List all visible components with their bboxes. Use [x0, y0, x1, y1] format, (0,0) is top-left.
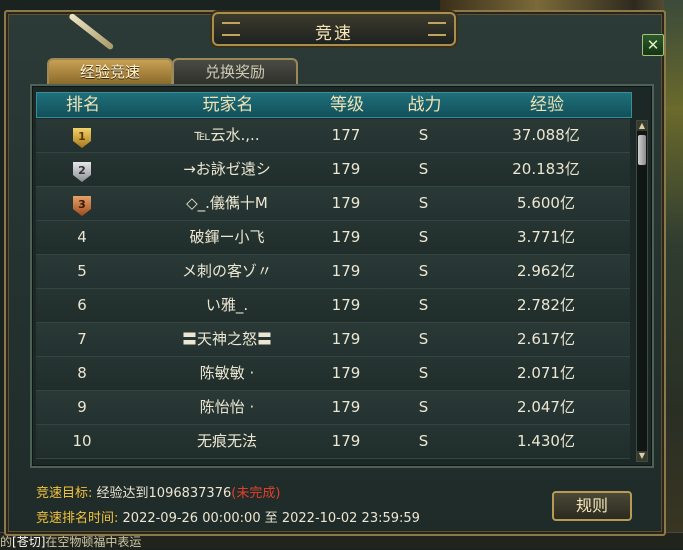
race-target-status: (未完成) [231, 486, 281, 501]
ranking-table: 排名 玩家名 等级 战力 经验 1 ℡云水.,.. 177 S 37.088亿 … [30, 84, 654, 468]
player-level: 179 [331, 296, 361, 314]
tab-exp-race[interactable]: 经验竞速 [47, 58, 173, 84]
player-level: 179 [331, 364, 361, 382]
table-header: 排名 玩家名 等级 战力 经验 [36, 92, 632, 118]
table-row[interactable]: 8 陈敏敏 · 179 S 2.071亿 [36, 357, 630, 391]
close-button[interactable]: ✕ [642, 34, 664, 56]
player-exp: 2.617亿 [517, 330, 575, 348]
player-name: →お詠ゼ遠シ [183, 160, 271, 178]
player-name: い雅_. [205, 296, 249, 314]
player-power: S [418, 364, 429, 382]
rank-number: 10 [72, 432, 92, 450]
table-row[interactable]: 6 い雅_. 179 S 2.782亿 [36, 289, 630, 323]
rank-number: 8 [77, 364, 87, 382]
scroll-thumb[interactable] [638, 135, 646, 165]
header-player-name: 玩家名 [202, 95, 254, 115]
player-power: S [418, 432, 429, 450]
player-exp: 37.088亿 [512, 126, 580, 144]
race-time-label: 竞速排名时间: [36, 511, 119, 526]
header-exp: 经验 [530, 95, 564, 115]
table-row[interactable]: 7 〓天神之怒〓 179 S 2.617亿 [36, 323, 630, 357]
header-rank: 排名 [66, 95, 100, 115]
player-level: 179 [331, 432, 361, 450]
player-power: S [418, 398, 429, 416]
player-level: 179 [331, 160, 361, 178]
game-background-right [664, 0, 683, 547]
race-time-value: 2022-09-26 00:00:00 至 2022-10-02 23:59:5… [122, 511, 420, 526]
rank-number: 9 [77, 398, 87, 416]
player-exp: 5.600亿 [517, 194, 575, 212]
silver-medal-icon: 2 [73, 162, 91, 182]
player-name: 破鍕ー小飞 [189, 228, 265, 246]
player-exp: 2.962亿 [517, 262, 575, 280]
player-power: S [418, 262, 429, 280]
race-target-value: 经验达到1096837376 [96, 486, 232, 501]
rank-number: 6 [77, 296, 87, 314]
table-row[interactable]: 1 ℡云水.,.. 177 S 37.088亿 [36, 119, 630, 153]
rank-cell: 3 [36, 187, 128, 220]
window-title: 竞速 [315, 24, 353, 44]
player-exp: 20.183亿 [512, 160, 580, 178]
player-level: 179 [331, 330, 361, 348]
player-name: 陈怡怡 · [199, 398, 255, 416]
table-row[interactable]: 10 无痕无法 179 S 1.430亿 [36, 425, 630, 459]
table-row[interactable]: 3 ◇_.儀㒞十M 179 S 5.600亿 [36, 187, 630, 221]
rank-number: 5 [77, 262, 87, 280]
race-target-label: 竞速目标: [36, 486, 93, 501]
player-level: 177 [331, 126, 361, 144]
player-exp: 2.071亿 [517, 364, 575, 382]
header-power: 战力 [407, 95, 442, 115]
table-row[interactable]: 4 破鍕ー小飞 179 S 3.771亿 [36, 221, 630, 255]
table-row[interactable]: 5 メ刺の客ゾ〃 179 S 2.962亿 [36, 255, 630, 289]
rank-number: 4 [77, 228, 87, 246]
table-scrollbar[interactable]: ▲ ▼ [636, 120, 648, 462]
player-name: 〓天神之怒〓 [181, 330, 272, 348]
player-name: メ刺の客ゾ〃 [181, 262, 272, 280]
player-name: 无痕无法 [196, 432, 257, 450]
player-name: ◇_.儀㒞十M [186, 194, 268, 212]
player-level: 179 [331, 262, 361, 280]
player-power: S [418, 330, 429, 348]
player-power: S [418, 126, 429, 144]
player-exp: 1.430亿 [517, 432, 575, 450]
player-power: S [418, 228, 429, 246]
race-target: 竞速目标: 经验达到1096837376(未完成) [36, 482, 280, 501]
player-power: S [418, 296, 429, 314]
rank-cell: 1 [36, 119, 128, 152]
tab-exchange-rewards[interactable]: 兑换奖励 [172, 58, 298, 84]
player-power: S [418, 160, 429, 178]
rank-cell: 2 [36, 153, 128, 186]
window-title-plate: 竞速 [212, 12, 456, 46]
player-exp: 3.771亿 [517, 228, 575, 246]
title-ornament-right [428, 22, 446, 36]
player-name: ℡云水.,.. [194, 126, 260, 144]
race-time: 竞速排名时间: 2022-09-26 00:00:00 至 2022-10-02… [36, 507, 420, 526]
rules-button[interactable]: 规则 [552, 491, 632, 521]
player-exp: 2.047亿 [517, 398, 575, 416]
race-window: 竞速 ✕ 经验竞速 兑换奖励 排名 玩家名 等级 战力 经验 1 ℡云水.,..… [4, 10, 666, 536]
player-exp: 2.782亿 [517, 296, 575, 314]
bronze-medal-icon: 3 [73, 196, 91, 216]
scroll-down-arrow-icon[interactable]: ▼ [637, 451, 647, 461]
header-level: 等级 [330, 95, 364, 115]
player-level: 179 [331, 194, 361, 212]
gold-medal-icon: 1 [73, 128, 91, 148]
scroll-up-arrow-icon[interactable]: ▲ [637, 121, 647, 131]
player-name: 陈敏敏 · [199, 364, 255, 382]
table-row[interactable]: 2 →お詠ゼ遠シ 179 S 20.183亿 [36, 153, 630, 187]
table-body: 1 ℡云水.,.. 177 S 37.088亿 2 →お詠ゼ遠シ 179 S 2… [36, 119, 630, 459]
rank-number: 7 [77, 330, 87, 348]
player-level: 179 [331, 228, 361, 246]
player-level: 179 [331, 398, 361, 416]
player-power: S [418, 194, 429, 212]
table-row[interactable]: 9 陈怡怡 · 179 S 2.047亿 [36, 391, 630, 425]
